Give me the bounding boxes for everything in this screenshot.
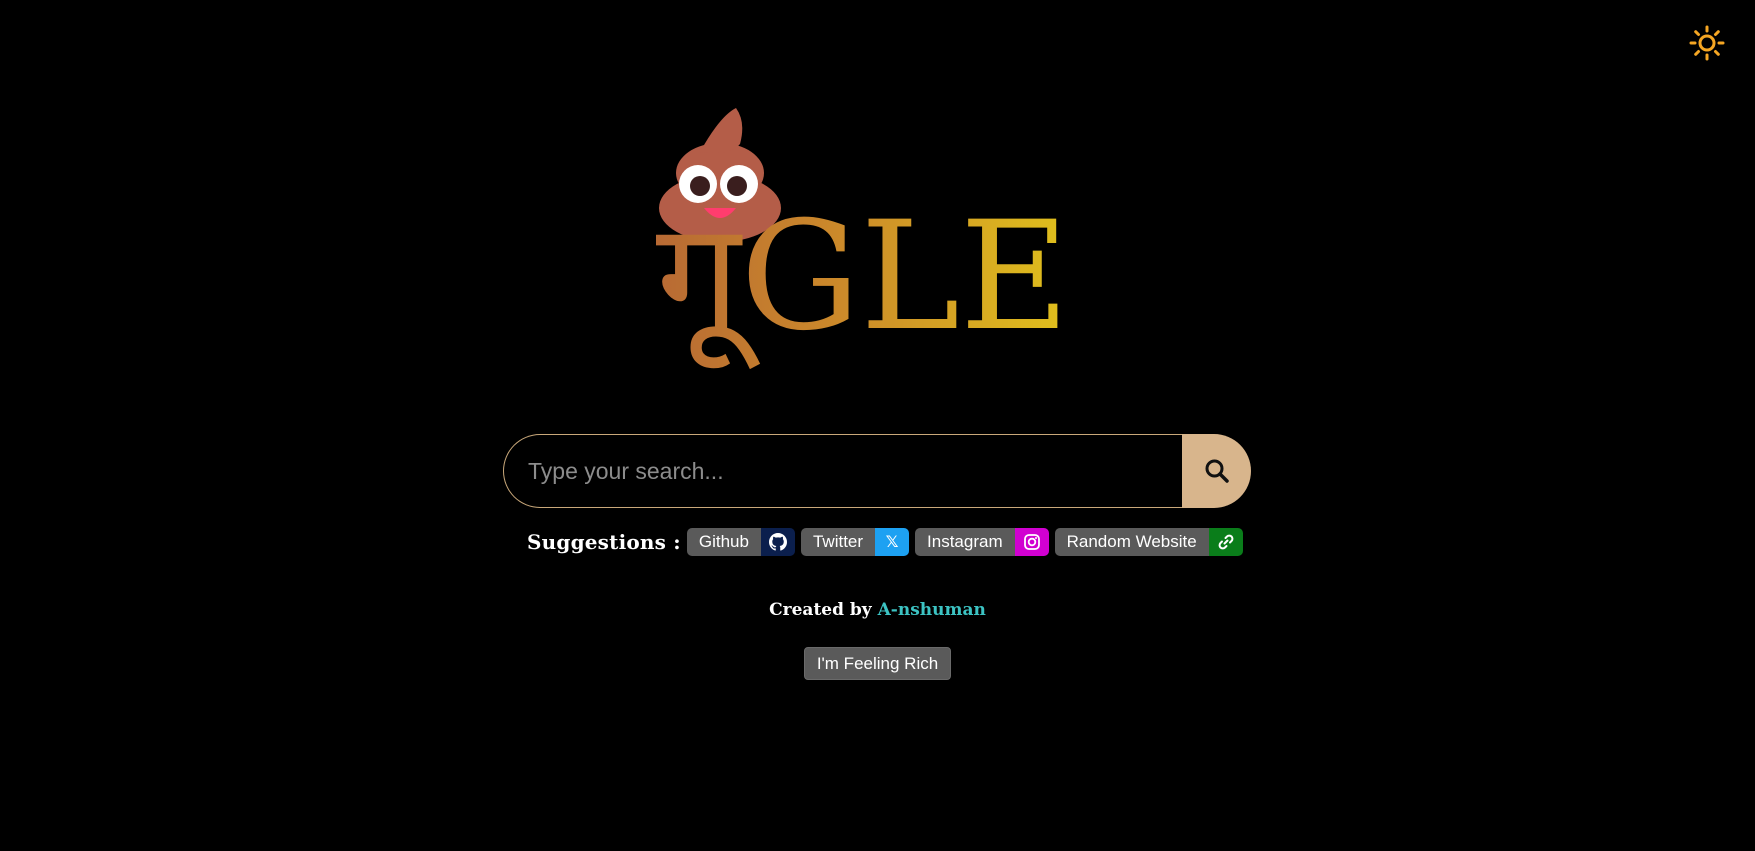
suggestion-label: Instagram (915, 528, 1015, 556)
suggestion-github[interactable]: Github (686, 528, 795, 556)
x-icon: 𝕏 (875, 528, 910, 556)
page: गूGLE Suggestions : Github Twitter 𝕏 (0, 0, 1755, 851)
suggestion-random-website[interactable]: Random Website (1054, 528, 1243, 556)
suggestion-label: Github (686, 528, 761, 556)
suggestion-label: Random Website (1054, 528, 1209, 556)
theme-toggle-button[interactable] (1688, 24, 1726, 62)
search-bar (503, 434, 1251, 508)
suggestions-row: Suggestions : Github Twitter 𝕏 Instagram (527, 527, 1249, 557)
github-icon (760, 528, 795, 556)
instagram-icon (1014, 528, 1049, 556)
search-icon (1205, 459, 1229, 483)
sun-icon (1689, 25, 1725, 61)
link-icon (1208, 528, 1243, 556)
suggestion-twitter[interactable]: Twitter 𝕏 (800, 528, 910, 556)
author-link[interactable]: A-nshuman (878, 600, 986, 620)
credit-line: Created by A-nshuman (0, 600, 1755, 620)
logo-text: गूGLE (656, 190, 1069, 370)
suggestion-label: Twitter (800, 528, 876, 556)
search-button[interactable] (1182, 434, 1251, 508)
suggestions-label: Suggestions : (527, 530, 681, 554)
feeling-rich-button[interactable]: I'm Feeling Rich (804, 647, 951, 680)
search-input[interactable] (503, 434, 1182, 508)
logo: गूGLE (640, 108, 1110, 388)
credit-prefix: Created by (769, 600, 878, 620)
suggestion-instagram[interactable]: Instagram (915, 528, 1049, 556)
